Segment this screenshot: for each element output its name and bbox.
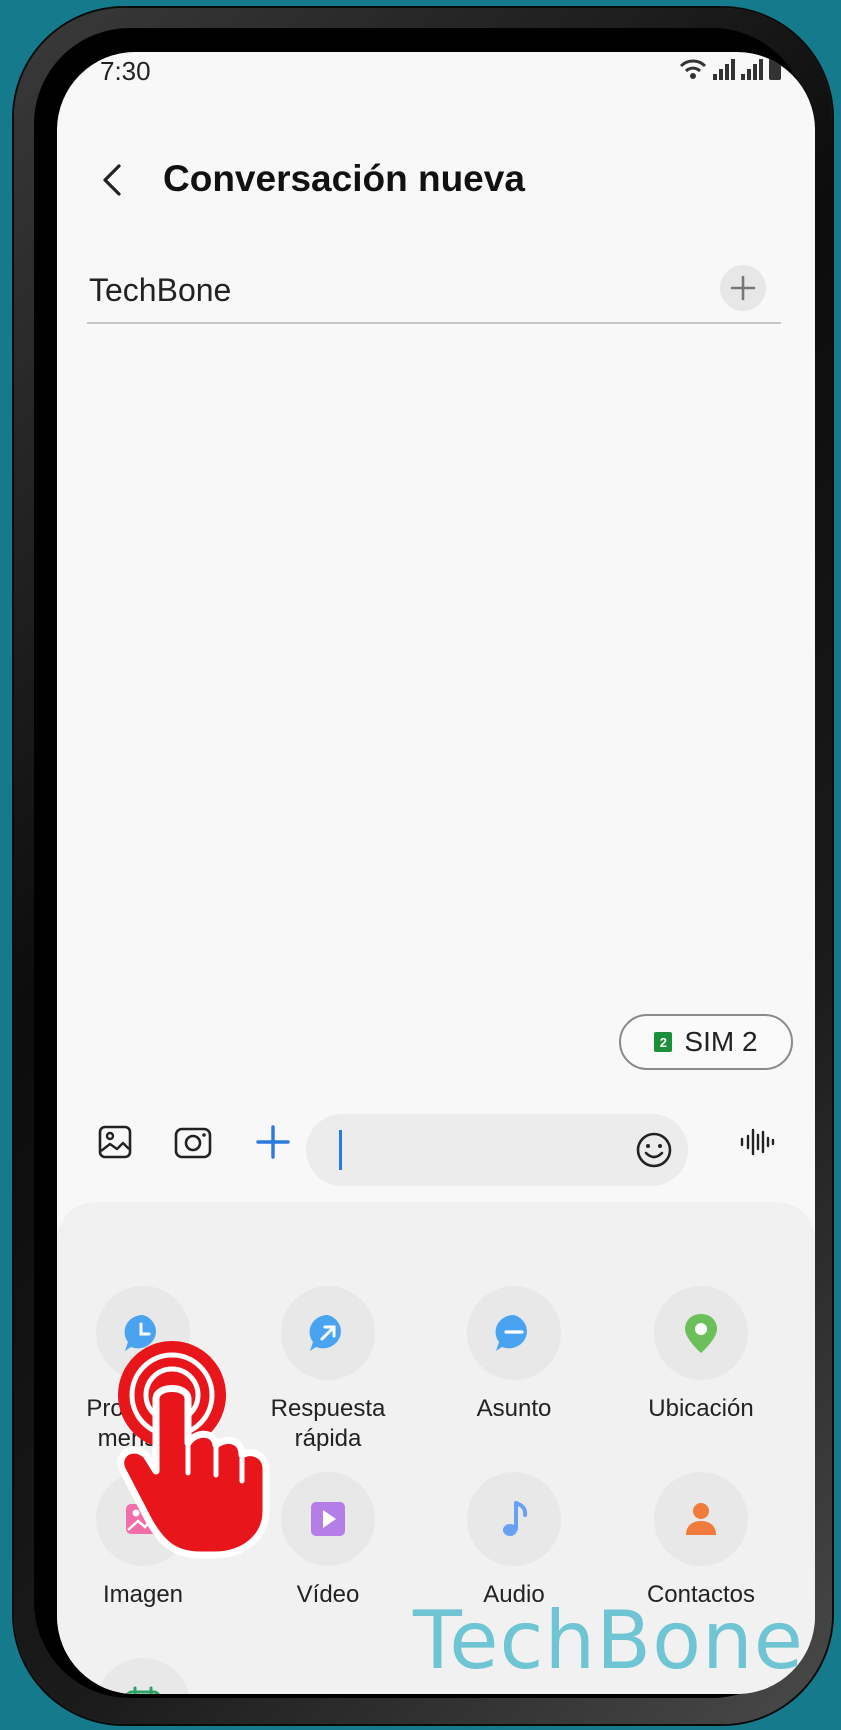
attach-label: Vídeo — [296, 1581, 360, 1608]
gallery-button[interactable] — [95, 1122, 135, 1162]
attach-icon-circle — [96, 1658, 190, 1694]
sim-badge-icon: 2 — [654, 1032, 673, 1052]
attach-icon-circle — [281, 1472, 375, 1566]
attach-icon-circle — [467, 1286, 561, 1380]
status-icons — [679, 58, 781, 80]
text-cursor — [339, 1130, 342, 1170]
voice-input-button[interactable] — [737, 1122, 777, 1162]
attach-icon-circle — [654, 1472, 748, 1566]
techbone-watermark: TechBone — [413, 1594, 804, 1687]
attach-icon-circle — [467, 1472, 561, 1566]
sim-label: SIM 2 — [684, 1026, 758, 1057]
attach-subject[interactable]: Asunto — [429, 1286, 599, 1424]
location-pin-icon — [685, 1314, 717, 1353]
gallery-icon — [98, 1125, 132, 1159]
recipient-underline — [87, 322, 781, 324]
attach-more-button[interactable] — [253, 1122, 293, 1162]
calendar-icon — [126, 1686, 160, 1694]
music-note-icon — [503, 1501, 528, 1536]
back-arrow-icon[interactable] — [93, 160, 133, 200]
attach-icon-circle — [654, 1286, 748, 1380]
tap-hand-icon — [117, 1341, 270, 1559]
attach-calendar[interactable] — [58, 1658, 228, 1694]
add-recipient-button[interactable] — [720, 265, 766, 311]
signal-icon — [741, 58, 763, 80]
camera-button[interactable] — [173, 1122, 213, 1162]
waveform-icon — [740, 1128, 775, 1156]
camera-icon — [174, 1127, 212, 1159]
recipient-input[interactable]: TechBone — [89, 272, 231, 309]
quick-reply-icon — [309, 1314, 341, 1351]
signal-icon — [713, 58, 735, 80]
attach-location[interactable]: Ubicación — [616, 1286, 786, 1424]
plus-icon — [256, 1125, 290, 1159]
emoji-icon[interactable] — [634, 1130, 674, 1170]
plus-icon — [730, 275, 756, 301]
wifi-icon — [679, 59, 707, 79]
attach-contacts[interactable]: Contactos — [616, 1472, 786, 1610]
attach-icon-circle — [281, 1286, 375, 1380]
page-title: Conversación nueva — [163, 158, 525, 199]
subject-icon — [495, 1314, 527, 1351]
message-input[interactable] — [306, 1114, 688, 1186]
status-time: 7:30 — [100, 56, 151, 86]
attach-label: Asunto — [476, 1395, 552, 1422]
sim-selector-button[interactable]: 2 SIM 2 — [619, 1014, 793, 1070]
attach-audio[interactable]: Audio — [429, 1472, 599, 1610]
attach-label: Imagen — [102, 1581, 184, 1608]
attach-label: Ubicación — [648, 1395, 754, 1422]
battery-icon — [769, 58, 781, 80]
video-icon — [311, 1502, 345, 1536]
person-icon — [686, 1503, 716, 1535]
